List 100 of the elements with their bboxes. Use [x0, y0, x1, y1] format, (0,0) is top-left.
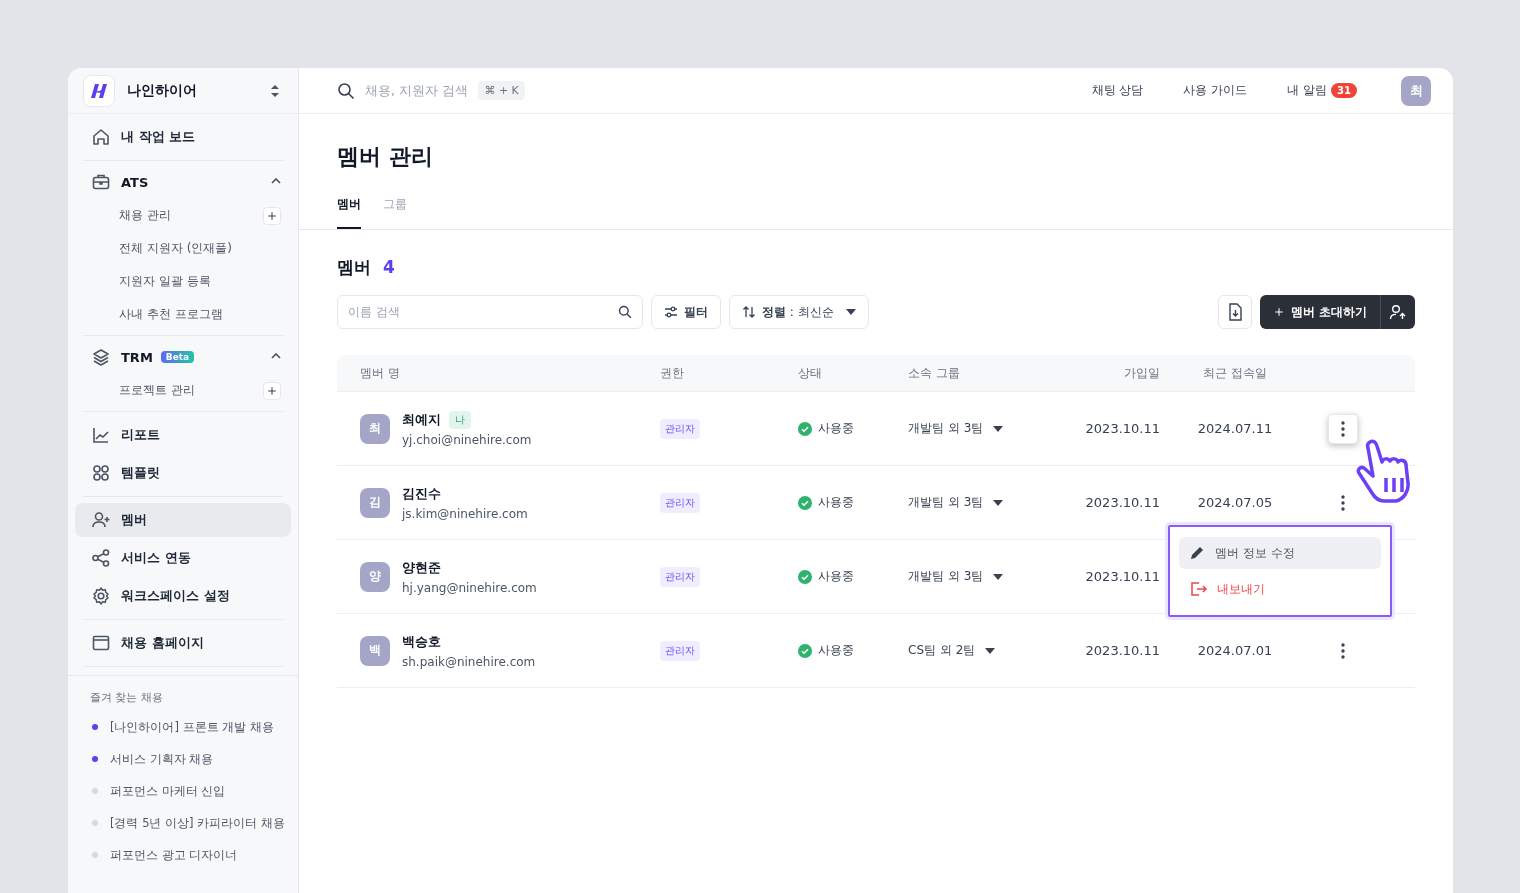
favorite-item[interactable]: 서비스 기획자 채용 [110, 751, 214, 767]
nav-item[interactable]: 리포트 [75, 418, 291, 452]
last-access-date: 2024.07.11 [1197, 421, 1273, 436]
beta-badge: Beta [160, 351, 195, 363]
member-name: 백승호 [402, 632, 441, 651]
nav-icon [91, 347, 111, 367]
nav-subitem[interactable]: 채용 관리 [119, 207, 171, 224]
sort-button[interactable]: 정렬 : 최신순 [729, 295, 869, 329]
status-text: 사용중 [818, 568, 854, 585]
menu-item[interactable]: 멤버 정보 수정 [1179, 537, 1381, 569]
workspace-name[interactable]: 나인하이어 [127, 81, 258, 100]
top-link[interactable]: 채팅 상담 [1091, 82, 1144, 99]
nav-item[interactable]: 서비스 연동 [75, 541, 291, 575]
nav-subitem[interactable]: 전체 지원자 (인재풀) [119, 240, 232, 257]
status-text: 사용중 [818, 494, 854, 511]
role-tag: 관리자 [660, 492, 700, 513]
role-tag: 관리자 [660, 640, 700, 661]
last-access-date: 2024.07.01 [1197, 643, 1273, 658]
user-upload-icon [1389, 303, 1407, 321]
member-name: 최예지 [402, 410, 441, 429]
column-header: 권한 [660, 364, 685, 382]
download-button[interactable] [1217, 295, 1252, 329]
top-link[interactable]: 사용 가이드 [1183, 82, 1248, 99]
logo-icon [83, 74, 115, 107]
nav-section[interactable]: ATS [121, 174, 149, 190]
favorite-item[interactable]: 퍼포먼스 마케터 신입 [110, 783, 226, 799]
section-title: 멤버 [337, 256, 371, 279]
member-name: 김진수 [402, 484, 441, 503]
group-text: 개발팀 외 3팀 [908, 568, 984, 585]
caret-icon [845, 309, 856, 315]
nav-item[interactable]: 멤버 [75, 503, 291, 537]
nav-item[interactable]: 워크스페이스 설정 [75, 579, 291, 613]
nav-subitem[interactable]: 지원자 일괄 등록 [119, 273, 211, 290]
page-title: 멤버 관리 [337, 143, 434, 171]
nav-subitem[interactable]: 프로젝트 관리 [119, 382, 195, 399]
tab[interactable]: 멤버 [337, 196, 361, 229]
favorite-item[interactable]: [나인하이어] 프론트 개발 채용 [110, 719, 274, 735]
member-email: js.kim@ninehire.com [402, 506, 528, 521]
plus-icon [266, 384, 278, 397]
me-badge: 나 [449, 410, 471, 429]
join-date: 2023.10.11 [1084, 569, 1160, 584]
filter-button[interactable]: 필터 [651, 295, 721, 329]
kebab-icon [1341, 420, 1345, 437]
nav-icon [91, 548, 111, 568]
member-avatar: 백 [360, 635, 390, 666]
check-circle-icon [798, 421, 812, 436]
notification-count: 31 [1331, 83, 1357, 98]
nav-item[interactable]: 템플릿 [75, 456, 291, 490]
join-date: 2023.10.11 [1084, 421, 1160, 436]
favorite-item[interactable]: 퍼포먼스 광고 디자이너 [110, 847, 238, 863]
kebab-icon [1341, 642, 1345, 659]
nav-item[interactable]: 내 작업 보드 [75, 120, 291, 154]
nav-icon [91, 586, 111, 606]
plus-icon [1272, 306, 1285, 318]
plus-icon [266, 209, 278, 222]
switcher-icon[interactable] [270, 83, 280, 98]
nav-section[interactable]: TRM [121, 349, 153, 365]
member-email: hj.yang@ninehire.com [402, 580, 537, 595]
join-date: 2023.10.11 [1084, 643, 1160, 658]
group-text: 개발팀 외 3팀 [908, 494, 984, 511]
member-avatar: 최 [360, 413, 390, 444]
check-circle-icon [798, 495, 812, 510]
column-header: 멤버 명 [360, 364, 401, 382]
caret-icon [985, 647, 996, 654]
sliders-icon [664, 306, 678, 318]
nav-icon [91, 463, 111, 483]
add-button[interactable] [263, 381, 281, 400]
check-circle-icon [798, 643, 812, 658]
search-icon [618, 305, 632, 319]
member-count: 4 [383, 257, 395, 277]
caret-icon [993, 425, 1004, 432]
favorite-item[interactable]: [경력 5년 이상] 카피라이터 채용 [110, 815, 285, 831]
menu-item[interactable]: 내보내기 [1179, 573, 1381, 605]
nav-item[interactable]: 채용 홈페이지 [75, 626, 291, 660]
group-text: CS팀 외 2팀 [908, 642, 976, 659]
search-icon [337, 81, 355, 100]
more-button[interactable] [1328, 413, 1358, 444]
status-text: 사용중 [818, 420, 854, 437]
add-button[interactable] [263, 206, 281, 225]
member-avatar: 김 [360, 487, 390, 518]
nav-icon [91, 633, 111, 653]
pencil-icon [1189, 545, 1205, 561]
notifications-link[interactable]: 내 알림 [1287, 82, 1328, 99]
sort-icon [742, 305, 756, 319]
caret-icon [993, 499, 1004, 506]
column-header: 최근 접속일 [1202, 364, 1268, 382]
exit-icon [1189, 580, 1207, 598]
role-tag: 관리자 [660, 418, 700, 439]
nav-subitem[interactable]: 사내 추천 프로그램 [119, 306, 223, 323]
member-avatar: 양 [360, 561, 390, 592]
caret-icon [993, 573, 1004, 580]
kebab-icon [1341, 494, 1345, 511]
nav-icon [91, 510, 111, 530]
check-circle-icon [798, 569, 812, 584]
column-header: 가입일 [1123, 364, 1160, 382]
nav-icon [91, 425, 111, 445]
status-text: 사용중 [818, 642, 854, 659]
column-header: 상태 [798, 364, 823, 382]
column-header: 소속 그룹 [908, 364, 961, 382]
group-text: 개발팀 외 3팀 [908, 420, 984, 437]
